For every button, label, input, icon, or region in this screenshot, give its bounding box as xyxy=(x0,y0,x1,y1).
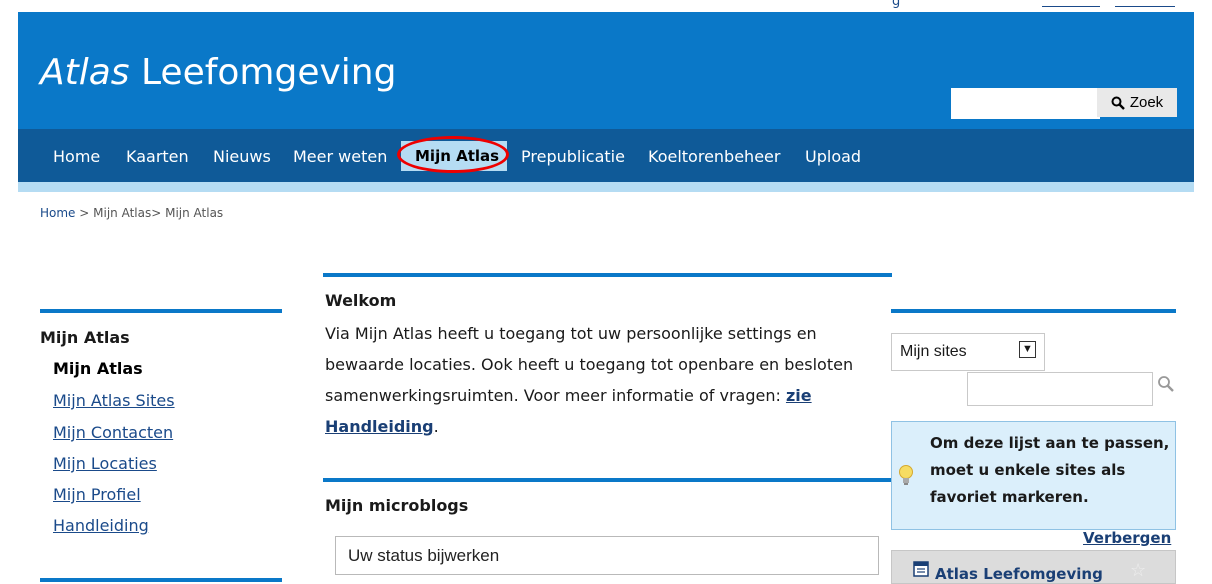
left-nav-title: Mijn Atlas xyxy=(40,328,130,347)
sites-top-rule xyxy=(891,309,1176,313)
site-list-icon xyxy=(913,561,929,577)
nav-item-nieuws[interactable]: Nieuws xyxy=(213,147,271,166)
top-text-fragment: g xyxy=(892,0,901,9)
star-icon[interactable]: ☆ xyxy=(1130,560,1146,581)
main-nav: Home Kaarten Nieuws Meer weten Mijn Atla… xyxy=(18,129,1194,192)
top-links-clipped: g xyxy=(0,0,1212,12)
sites-info-text: Om deze lijst aan te passen, moet u enke… xyxy=(930,434,1170,506)
microblog-title: Mijn microblogs xyxy=(325,496,469,515)
site-title[interactable]: Atlas Leefomgeving xyxy=(935,565,1103,583)
search-button[interactable]: Zoek xyxy=(1097,88,1177,117)
microblog-top-rule xyxy=(323,478,892,482)
welcome-text: Via Mijn Atlas heeft u toegang tot uw pe… xyxy=(325,324,854,436)
breadcrumb: Home > Mijn Atlas> Mijn Atlas xyxy=(40,206,224,220)
left-nav-item-handleiding[interactable]: Handleiding xyxy=(53,516,149,535)
left-nav-item-mijn-profiel[interactable]: Mijn Profiel xyxy=(53,485,141,504)
breadcrumb-current: > Mijn Atlas xyxy=(151,206,224,220)
site-header: Atlas Leefomgeving Zoek xyxy=(18,12,1194,129)
nav-item-upload[interactable]: Upload xyxy=(805,147,861,166)
chevron-down-icon: ▼ xyxy=(1019,341,1036,358)
left-nav-top-rule xyxy=(40,309,282,313)
sites-select[interactable]: Mijn sites ▼ xyxy=(891,333,1045,371)
search-icon xyxy=(1111,96,1125,110)
welcome-title: Welkom xyxy=(325,291,397,310)
left-nav-item-mijn-atlas-sites[interactable]: Mijn Atlas Sites xyxy=(53,391,175,410)
lightbulb-icon xyxy=(899,465,913,485)
nav-underline xyxy=(18,182,1194,192)
nav-item-kaarten[interactable]: Kaarten xyxy=(126,147,189,166)
nav-item-home[interactable]: Home xyxy=(53,147,100,166)
nav-item-prepublicatie[interactable]: Prepublicatie xyxy=(521,147,625,166)
left-nav-item-mijn-atlas[interactable]: Mijn Atlas xyxy=(53,359,143,378)
search-input[interactable] xyxy=(951,88,1100,119)
sites-search-input[interactable] xyxy=(967,372,1153,406)
nav-item-meer-weten[interactable]: Meer weten xyxy=(293,147,387,166)
site-logo[interactable]: Atlas Leefomgeving xyxy=(40,52,396,93)
breadcrumb-home[interactable]: Home xyxy=(40,206,75,220)
left-nav-item-mijn-contacten[interactable]: Mijn Contacten xyxy=(53,423,173,442)
nav-item-koeltorenbeheer[interactable]: Koeltorenbeheer xyxy=(648,147,780,166)
top-link-fragment[interactable] xyxy=(1042,0,1100,7)
status-input[interactable] xyxy=(335,536,879,575)
breadcrumb-mid[interactable]: Mijn Atlas xyxy=(93,206,151,220)
hide-link[interactable]: Verbergen xyxy=(1083,529,1171,547)
top-link-fragment[interactable] xyxy=(1115,0,1175,7)
search-icon[interactable] xyxy=(1157,375,1175,393)
left-nav-bottom-rule xyxy=(40,578,282,582)
left-nav-item-mijn-locaties[interactable]: Mijn Locaties xyxy=(53,454,157,473)
highlight-ellipse xyxy=(397,136,509,173)
welcome-top-rule xyxy=(323,273,892,277)
